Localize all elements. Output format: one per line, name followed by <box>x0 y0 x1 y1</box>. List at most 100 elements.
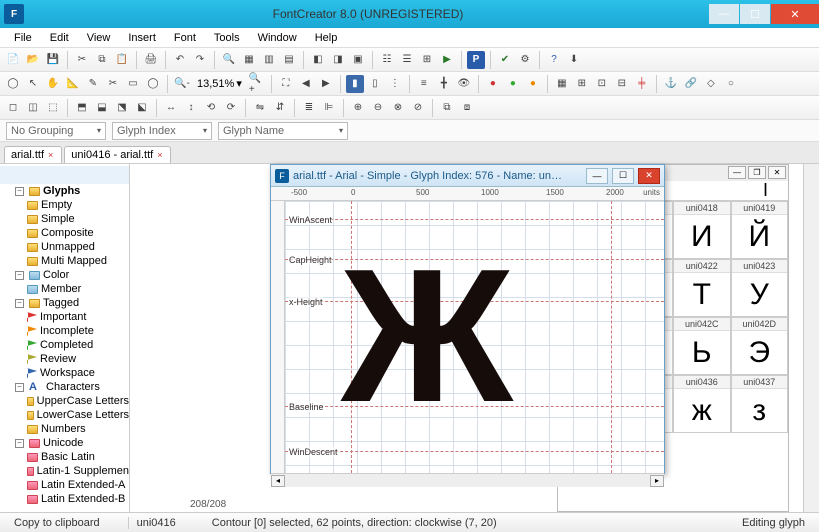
mdi-min-icon[interactable]: — <box>728 166 746 179</box>
glyph-canvas[interactable]: WinAscent CapHeight x-Height Baseline Wi… <box>271 201 664 473</box>
glyph-editor-window[interactable]: F arial.ttf - Arial - Simple - Glyph Ind… <box>270 164 665 474</box>
glyph-cell[interactable]: uni0436ж <box>673 375 731 433</box>
prev-icon[interactable]: ◀ <box>297 75 315 93</box>
t-btn[interactable]: ↕ <box>182 99 200 117</box>
t-btn[interactable]: ⬕ <box>133 99 151 117</box>
menu-window[interactable]: Window <box>250 30 305 46</box>
points-icon[interactable]: ⋮ <box>386 75 404 93</box>
glyph-cell[interactable]: uni0419Й <box>731 201 789 259</box>
search-icon[interactable]: 🔍 <box>220 51 238 69</box>
contour-icon[interactable]: ◯ <box>4 75 22 93</box>
new-icon[interactable]: 📄 <box>4 51 22 69</box>
tree-item[interactable]: Completed <box>24 338 129 352</box>
align-icon[interactable]: ⊫ <box>320 99 338 117</box>
menu-tools[interactable]: Tools <box>206 30 248 46</box>
ungroup-icon[interactable]: ⧈ <box>458 99 476 117</box>
align-icon[interactable]: ≣ <box>300 99 318 117</box>
toolbar-btn[interactable]: ◧ <box>309 51 327 69</box>
tree-item[interactable]: Unmapped <box>24 240 129 254</box>
next-icon[interactable]: ▶ <box>317 75 335 93</box>
link-icon[interactable]: 🔗 <box>682 75 700 93</box>
tree-item[interactable]: Composite <box>24 226 129 240</box>
metrics-icon[interactable]: ≡ <box>415 75 433 93</box>
zoom-out-icon[interactable]: 🔍- <box>173 75 191 93</box>
menu-font[interactable]: Font <box>166 30 204 46</box>
snap-icon[interactable]: ⊡ <box>593 75 611 93</box>
tree-item[interactable]: Numbers <box>24 422 129 436</box>
tree-color[interactable]: −Color <box>12 268 129 282</box>
tree-item[interactable]: Important <box>24 310 129 324</box>
tree-tagged[interactable]: −Tagged <box>12 296 129 310</box>
help-icon[interactable]: ? <box>545 51 563 69</box>
editor-min-button[interactable]: — <box>586 168 608 184</box>
node-icon[interactable]: ◇ <box>702 75 720 93</box>
rect-icon[interactable]: ▭ <box>124 75 142 93</box>
scroll-right-icon[interactable]: ▸ <box>650 475 664 487</box>
toolbar-btn[interactable]: ▦ <box>240 51 258 69</box>
pen-icon[interactable]: ✎ <box>84 75 102 93</box>
fill-icon[interactable]: ▮ <box>346 75 364 93</box>
glyph-cell[interactable]: uni042DЭ <box>731 317 789 375</box>
tree-item[interactable]: Member <box>24 282 129 296</box>
tree-item[interactable]: Latin Extended-A <box>24 478 129 492</box>
mdi-restore-icon[interactable]: ❐ <box>748 166 766 179</box>
minimize-button[interactable]: — <box>709 4 739 24</box>
close-button[interactable]: ✕ <box>771 4 819 24</box>
grouping-combo[interactable]: No Grouping <box>6 122 106 140</box>
toolbar-btn[interactable]: ⊞ <box>418 51 436 69</box>
t-btn[interactable]: ⬔ <box>113 99 131 117</box>
glyph-cell[interactable]: uni0423У <box>731 259 789 317</box>
glyph-cell[interactable]: uni042CЬ <box>673 317 731 375</box>
tree-item[interactable]: Multi Mapped <box>24 254 129 268</box>
menu-help[interactable]: Help <box>307 30 346 46</box>
anchor-icon[interactable]: ⚓ <box>662 75 680 93</box>
knife-icon[interactable]: ✂ <box>104 75 122 93</box>
glyph-cell[interactable]: uni0422Т <box>673 259 731 317</box>
glyph-cell[interactable]: uni0418И <box>673 201 731 259</box>
exclude-icon[interactable]: ⊘ <box>409 99 427 117</box>
menu-edit[interactable]: Edit <box>42 30 77 46</box>
hand-icon[interactable]: ✋ <box>44 75 62 93</box>
parking-icon[interactable]: P <box>467 51 485 69</box>
node-icon[interactable]: ○ <box>722 75 740 93</box>
main-vscrollbar[interactable] <box>803 164 819 512</box>
toolbar-btn[interactable]: ☰ <box>398 51 416 69</box>
scroll-left-icon[interactable]: ◂ <box>271 475 285 487</box>
color-icon[interactable]: ● <box>504 75 522 93</box>
glyph-contour[interactable]: Ж <box>341 241 513 431</box>
union-icon[interactable]: ⊕ <box>349 99 367 117</box>
editor-max-button[interactable]: ☐ <box>612 168 634 184</box>
flip-v-icon[interactable]: ⇵ <box>271 99 289 117</box>
editor-close-button[interactable]: ✕ <box>638 168 660 184</box>
color-icon[interactable]: ● <box>524 75 542 93</box>
tree-item[interactable]: Basic Latin <box>24 450 129 464</box>
tree-item[interactable]: Empty <box>24 198 129 212</box>
undo-icon[interactable]: ↶ <box>171 51 189 69</box>
gear-icon[interactable]: ⚙ <box>516 51 534 69</box>
group-icon[interactable]: ⧉ <box>438 99 456 117</box>
fit-icon[interactable]: ⛶ <box>277 75 295 93</box>
tree-item[interactable]: Simple <box>24 212 129 226</box>
tree-item[interactable]: Latin-1 Supplemen <box>24 464 129 478</box>
paste-icon[interactable]: 📋 <box>113 51 131 69</box>
menu-view[interactable]: View <box>79 30 119 46</box>
print-icon[interactable]: 🖨 <box>142 51 160 69</box>
cut-icon[interactable]: ✂ <box>73 51 91 69</box>
tree-unicode[interactable]: −Unicode <box>12 436 129 450</box>
toolbar-btn[interactable]: ☷ <box>378 51 396 69</box>
toolbar-btn[interactable]: ▣ <box>349 51 367 69</box>
t-btn[interactable]: ↔ <box>162 99 180 117</box>
grid-icon[interactable]: ▦ <box>553 75 571 93</box>
preview-icon[interactable]: 👁 <box>455 75 473 93</box>
tab-uni0416[interactable]: uni0416 - arial.ttf × <box>64 146 171 163</box>
play-icon[interactable]: ▶ <box>438 51 456 69</box>
tab-close-icon[interactable]: × <box>48 150 53 160</box>
t-btn[interactable]: ◫ <box>24 99 42 117</box>
menu-insert[interactable]: Insert <box>120 30 164 46</box>
tree-item[interactable]: UpperCase Letters <box>24 394 129 408</box>
maximize-button[interactable]: ☐ <box>740 4 770 24</box>
color-icon[interactable]: ● <box>484 75 502 93</box>
zoom-in-icon[interactable]: 🔍+ <box>248 75 266 93</box>
copy-icon[interactable]: ⧉ <box>93 51 111 69</box>
guideline-icon[interactable]: ╪ <box>633 75 651 93</box>
